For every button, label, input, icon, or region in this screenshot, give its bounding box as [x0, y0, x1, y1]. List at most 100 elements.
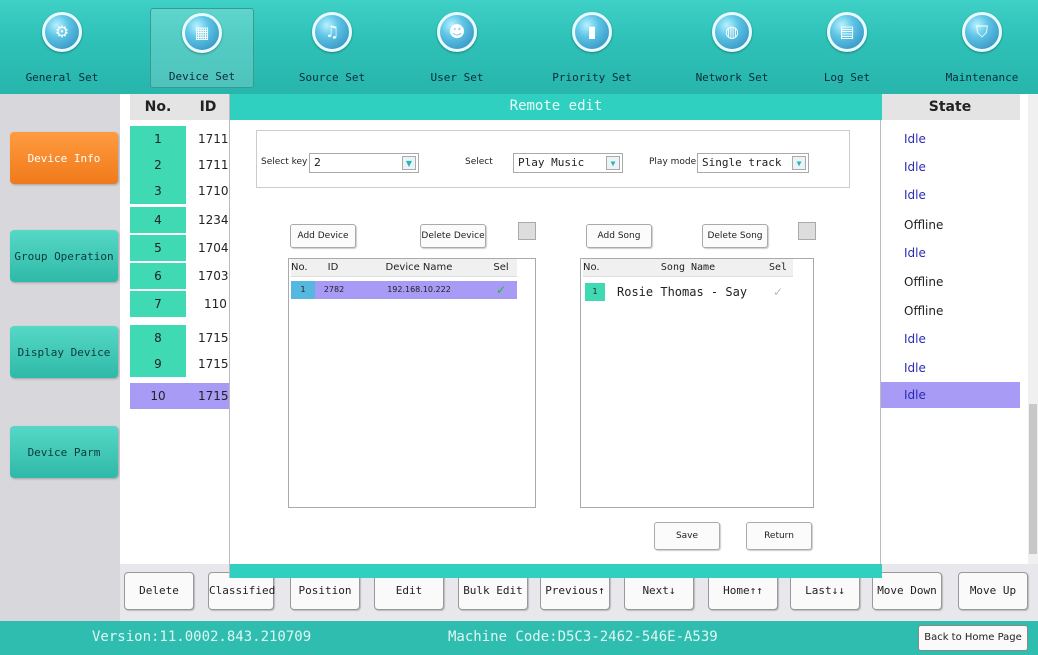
- select-combo[interactable]: Play Music ▼: [513, 153, 623, 173]
- delete-song-button[interactable]: Delete Song: [702, 224, 768, 248]
- table-row-state[interactable]: Idle: [880, 126, 1020, 152]
- chevron-down-icon: ▼: [606, 156, 620, 170]
- table-row-no[interactable]: 8: [130, 325, 186, 351]
- user-icon: ☻: [437, 12, 477, 52]
- table-row-no-selected[interactable]: 10: [130, 383, 186, 409]
- table-row-state[interactable]: Idle: [880, 326, 1020, 352]
- priority-set-label: Priority Set: [552, 71, 632, 84]
- sidebar-item-group-operation[interactable]: Group Operation: [10, 230, 118, 282]
- general-set-button[interactable]: ⚙ General Set: [10, 8, 114, 88]
- table-row-state[interactable]: Idle: [880, 240, 1020, 266]
- delete-button[interactable]: Delete: [124, 572, 194, 610]
- select-all-devices-checkbox[interactable]: [518, 222, 536, 240]
- song-col-no: No.: [583, 259, 613, 277]
- select-key-label: Select key: [261, 157, 308, 167]
- move-up-button[interactable]: Move Up: [958, 572, 1028, 610]
- device-row-name[interactable]: 192.168.10.222: [353, 281, 485, 299]
- check-icon[interactable]: ✓: [763, 283, 793, 301]
- table-row-state[interactable]: Offline: [880, 212, 1020, 238]
- table-row-no[interactable]: 3: [130, 178, 186, 204]
- delete-device-button[interactable]: Delete Device: [420, 224, 486, 248]
- save-button[interactable]: Save: [654, 522, 720, 550]
- select-label: Select: [465, 157, 493, 167]
- song-col-sel: Sel: [763, 259, 793, 277]
- device-col-sel: Sel: [485, 259, 517, 277]
- select-value: Play Music: [518, 156, 585, 169]
- device-row-id[interactable]: 2782: [315, 281, 353, 299]
- chevron-down-icon: ▼: [402, 156, 416, 170]
- table-row-state[interactable]: Idle: [880, 154, 1020, 180]
- calendar-icon: ▤: [827, 12, 867, 52]
- maintenance-label: Maintenance: [945, 71, 1019, 84]
- source-set-button[interactable]: ♫ Source Set: [280, 8, 384, 88]
- add-song-button[interactable]: Add Song: [586, 224, 652, 248]
- log-set-button[interactable]: ▤ Log Set: [795, 8, 899, 88]
- table-row-state[interactable]: Idle: [880, 355, 1020, 381]
- device-set-button[interactable]: ▦ Device Set: [150, 8, 254, 88]
- return-button[interactable]: Return: [746, 522, 812, 550]
- table-row-no[interactable]: 4: [130, 207, 186, 233]
- version-text: Version:11.0002.843.210709: [92, 629, 312, 645]
- scrollbar-thumb[interactable]: [1029, 404, 1037, 554]
- machine-code-text: Machine Code:D5C3-2462-546E-A539: [448, 629, 718, 645]
- log-set-label: Log Set: [823, 71, 871, 84]
- device-list[interactable]: No. ID Device Name Sel 1 2782 192.168.10…: [288, 258, 536, 508]
- network-set-button[interactable]: ◍ Network Set: [680, 8, 784, 88]
- table-row-no[interactable]: 9: [130, 351, 186, 377]
- column-header-state: State: [880, 94, 1020, 120]
- sidebar-item-device-parm[interactable]: Device Parm: [10, 426, 118, 478]
- sidebar-item-display-device[interactable]: Display Device: [10, 326, 118, 378]
- maintenance-button[interactable]: ⛉ Maintenance: [930, 8, 1034, 88]
- settings-group: Select key 2 ▼ Select Play Music ▼ Play …: [256, 130, 850, 188]
- device-set-label: Device Set: [168, 70, 236, 83]
- priority-set-button[interactable]: ▮ Priority Set: [540, 8, 644, 88]
- dialog-title: Remote edit: [230, 94, 882, 120]
- table-row-no[interactable]: 6: [130, 263, 186, 289]
- device-col-name: Device Name: [353, 259, 485, 277]
- back-to-home-button[interactable]: Back to Home Page: [918, 625, 1028, 651]
- bar-chart-icon: ▮: [572, 12, 612, 52]
- table-row-state-selected[interactable]: Idle: [880, 382, 1020, 408]
- sidebar-item-device-info[interactable]: Device Info: [10, 132, 118, 184]
- song-row-name[interactable]: Rosie Thomas - Say: [617, 283, 767, 301]
- song-row-no[interactable]: 1: [585, 283, 605, 301]
- table-row-no[interactable]: 5: [130, 235, 186, 261]
- dialog-footer: [230, 564, 882, 578]
- table-row-no[interactable]: 1: [130, 126, 186, 152]
- add-device-button[interactable]: Add Device: [290, 224, 356, 248]
- table-row-no[interactable]: 2: [130, 152, 186, 178]
- column-header-no: No.: [130, 94, 186, 120]
- network-set-label: Network Set: [695, 71, 769, 84]
- table-row-no[interactable]: 7: [130, 291, 186, 317]
- song-list[interactable]: No. Song Name Sel 1 Rosie Thomas - Say ✓: [580, 258, 814, 508]
- general-set-label: General Set: [25, 71, 99, 84]
- play-mode-combo[interactable]: Single track ▼: [697, 153, 809, 173]
- chevron-down-icon: ▼: [792, 156, 806, 170]
- device-col-no: No.: [291, 259, 313, 277]
- table-row-state[interactable]: Idle: [880, 182, 1020, 208]
- remote-edit-dialog: Remote edit Select key 2 ▼ Select Play M…: [229, 94, 882, 578]
- user-set-button[interactable]: ☻ User Set: [405, 8, 509, 88]
- shield-icon: ⛉: [962, 12, 1002, 52]
- status-bar: Version:11.0002.843.210709 Machine Code:…: [0, 621, 1038, 655]
- table-row-state[interactable]: Offline: [880, 269, 1020, 295]
- globe-icon: ◍: [712, 12, 752, 52]
- vertical-scrollbar[interactable]: [1028, 94, 1038, 564]
- song-col-name: Song Name: [613, 259, 763, 277]
- table-row-state[interactable]: Offline: [880, 298, 1020, 324]
- column-header-id: ID: [186, 94, 230, 120]
- play-mode-label: Play mode: [649, 157, 697, 167]
- select-all-songs-checkbox[interactable]: [798, 222, 816, 240]
- play-mode-value: Single track: [702, 156, 782, 169]
- table-row-id-selected[interactable]: 1715: [186, 383, 230, 409]
- select-key-value: 2: [314, 156, 321, 169]
- select-key-combo[interactable]: 2 ▼: [309, 153, 419, 173]
- top-toolbar: ⚙ General Set ▦ Device Set ♫ Source Set …: [0, 0, 1038, 94]
- device-col-id: ID: [313, 259, 353, 277]
- source-set-label: Source Set: [298, 71, 366, 84]
- gear-icon: ⚙: [42, 12, 82, 52]
- move-down-button[interactable]: Move Down: [872, 572, 942, 610]
- device-row-no[interactable]: 1: [291, 281, 315, 299]
- user-set-label: User Set: [430, 71, 484, 84]
- check-icon[interactable]: ✓: [485, 281, 517, 299]
